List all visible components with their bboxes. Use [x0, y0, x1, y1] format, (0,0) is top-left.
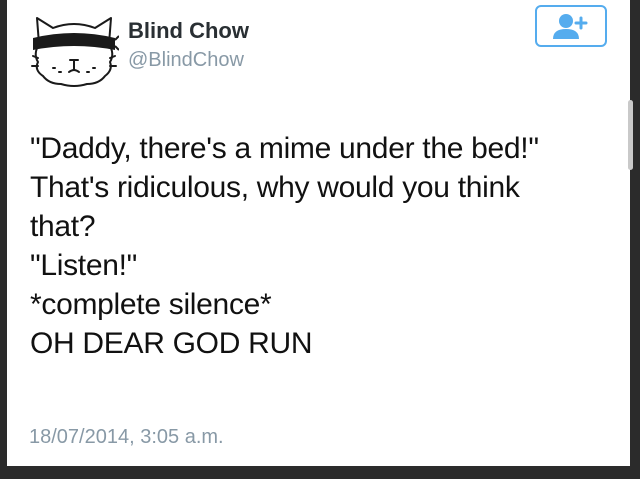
tweet-card: Blind Chow @BlindChow "Daddy, there's a …	[7, 0, 633, 466]
tweet-line: "Listen!"	[30, 249, 137, 282]
user-handle[interactable]: @BlindChow	[128, 48, 244, 72]
add-user-icon	[553, 14, 588, 39]
blindfolded-cat-avatar-icon	[31, 17, 120, 87]
tweet-text: "Daddy, there's a mime under the bed!" T…	[30, 129, 610, 363]
tweet-line: "Daddy, there's a mime under the bed!"	[30, 132, 539, 165]
tweet-line: OH DEAR GOD RUN	[30, 327, 313, 360]
tweet-line: that?	[30, 210, 96, 243]
tweet-line: That's ridiculous, why would you think	[30, 171, 520, 204]
avatar[interactable]	[29, 14, 120, 92]
display-name[interactable]: Blind Chow	[128, 18, 249, 44]
tweet-timestamp[interactable]: 18/07/2014, 3:05 a.m.	[29, 425, 224, 449]
tweet-line: *complete silence*	[30, 288, 272, 321]
follow-button[interactable]	[535, 5, 607, 47]
scrollbar[interactable]	[628, 100, 633, 170]
